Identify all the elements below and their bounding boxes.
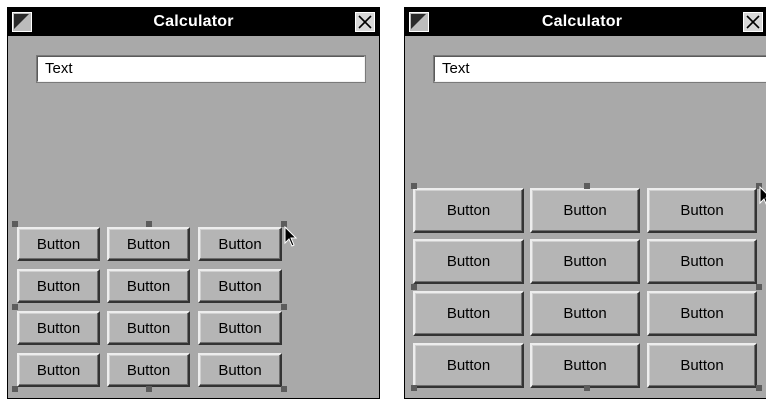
calculator-button[interactable]: Button [647,343,757,388]
resize-handle-icon[interactable] [12,221,18,227]
resize-handle-icon[interactable] [411,284,417,290]
close-icon[interactable] [743,12,763,32]
calculator-button[interactable]: Button [17,227,100,261]
calculator-button[interactable]: Button [530,291,640,336]
close-icon[interactable] [355,12,375,32]
calculator-button[interactable]: Button [647,291,757,336]
resize-handle-icon[interactable] [281,386,287,392]
calculator-button[interactable]: Button [107,353,190,387]
calculator-button[interactable]: Button [413,188,524,233]
resize-handle-icon[interactable] [411,385,417,391]
resize-handle-icon[interactable] [146,386,152,392]
window-title: Calculator [153,13,234,30]
calculator-button[interactable]: Button [413,291,524,336]
calculator-button[interactable]: Button [647,188,757,233]
resize-handle-icon[interactable] [756,385,762,391]
calculator-button[interactable]: Button [107,311,190,345]
resize-handle-icon[interactable] [12,304,18,310]
resize-handle-icon[interactable] [584,385,590,391]
resize-handle-icon[interactable] [756,284,762,290]
title-bar[interactable]: Calculator [405,8,766,36]
calculator-button[interactable]: Button [107,227,190,261]
resize-handle-icon[interactable] [281,304,287,310]
calculator-button[interactable]: Button [198,353,282,387]
calculator-window-right: Calculator Text Button Button Button But… [404,7,766,399]
resize-handle-icon[interactable] [12,386,18,392]
calculator-window-left: Calculator Text Button Button Button But… [7,7,380,399]
calculator-button[interactable]: Button [413,343,524,388]
calculator-button[interactable]: Button [17,311,100,345]
calculator-button[interactable]: Button [198,227,282,261]
calculator-button[interactable]: Button [530,343,640,388]
calculator-button[interactable]: Button [413,239,524,284]
window-title: Calculator [541,13,623,30]
calculator-button[interactable]: Button [647,239,757,284]
title-bar[interactable]: Calculator [8,8,379,36]
resize-handle-icon[interactable] [584,183,590,189]
display-text-field[interactable]: Text [36,55,366,83]
calculator-button[interactable]: Button [17,269,100,303]
calculator-button[interactable]: Button [530,188,640,233]
calculator-button[interactable]: Button [198,311,282,345]
resize-handle-icon[interactable] [146,221,152,227]
calculator-button[interactable]: Button [530,239,640,284]
mouse-pointer-icon [759,186,766,205]
display-text-field[interactable]: Text [433,55,766,83]
calculator-button[interactable]: Button [198,269,282,303]
calculator-button[interactable]: Button [107,269,190,303]
resize-handle-icon[interactable] [411,183,417,189]
calculator-button[interactable]: Button [17,353,100,387]
mouse-pointer-icon [284,226,298,247]
